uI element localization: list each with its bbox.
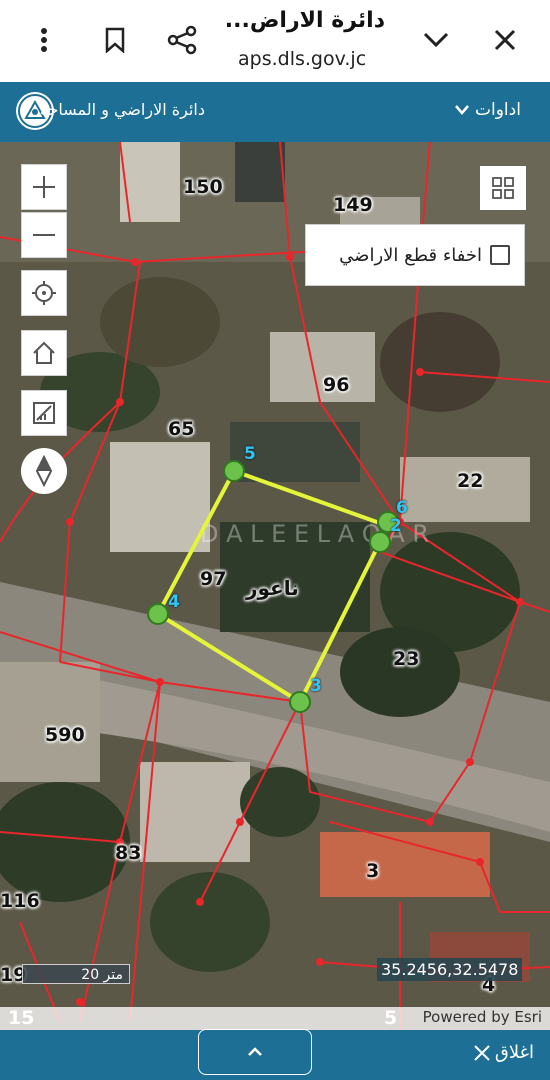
zoom-in-button[interactable] [21, 164, 67, 210]
hide-parcels-label: اخفاء قطع الاراضي [339, 244, 482, 266]
vertex-label: 3 [310, 676, 322, 696]
parcel-label: 3 [366, 860, 380, 882]
locate-icon [32, 281, 56, 305]
vertex-label: 2 [390, 516, 402, 536]
measure-button[interactable] [21, 390, 67, 436]
parcel-label: 150 [183, 176, 223, 198]
chevron-down-icon[interactable] [416, 20, 456, 60]
attribution-bar: Powered by Esri [0, 1007, 550, 1030]
tools-label: اداوات [475, 100, 521, 120]
url-text[interactable]: aps.dls.gov.jc [238, 48, 366, 70]
page-title: دائرة الاراض... [224, 8, 385, 33]
zoom-in-icon [33, 176, 55, 198]
chevron-up-icon [248, 1047, 262, 1056]
chevron-down-icon [455, 105, 469, 115]
measure-icon [33, 402, 55, 424]
parcel-label: 96 [323, 374, 350, 396]
site-header: دائرة الاراضي و المساحة اداوات [0, 82, 550, 142]
compass-icon [35, 455, 53, 487]
grid-icon [492, 177, 514, 199]
close-label: اغلاق [494, 1042, 534, 1063]
map-view[interactable]: D A L E E L A Q A R اخفاء قطع الاراضي 15… [0, 142, 550, 1030]
browser-toolbar: دائرة الاراض... aps.dls.gov.jc [0, 0, 550, 83]
expand-panel-button[interactable] [198, 1029, 312, 1075]
more-vert-icon[interactable] [24, 20, 64, 60]
powered-by-text[interactable]: Powered by Esri [423, 1008, 542, 1026]
zoom-out-icon [33, 234, 55, 236]
compass-button[interactable] [21, 448, 67, 494]
basemap-gallery-button[interactable] [480, 166, 526, 210]
vertex-label: 5 [244, 444, 256, 464]
share-icon[interactable] [162, 20, 202, 60]
hide-parcels-checkbox[interactable] [490, 245, 510, 265]
home-button[interactable] [21, 330, 67, 376]
parcel-label: 116 [0, 890, 40, 912]
parcel-label: 83 [115, 842, 142, 864]
zoom-out-button[interactable] [21, 212, 67, 258]
bottom-bar: اغلاق [0, 1029, 550, 1080]
close-button[interactable]: اغلاق [473, 1042, 534, 1063]
parcel-label: 149 [333, 194, 373, 216]
parcel-label: 590 [45, 724, 85, 746]
coordinates-readout: 35.2456,32.5478 [377, 958, 523, 981]
site-title: دائرة الاراضي و المساحة [39, 100, 205, 119]
vertex-label: 4 [168, 592, 180, 612]
parcel-label: 22 [457, 470, 484, 492]
parcel-label: 65 [168, 418, 195, 440]
locate-button[interactable] [21, 270, 67, 316]
scale-bar: 20 متر [22, 964, 130, 984]
place-label: ناعور [246, 576, 299, 600]
close-icon[interactable] [485, 20, 525, 60]
parcel-label: 23 [393, 648, 420, 670]
vertex-label: 6 [396, 498, 408, 518]
close-icon [474, 1044, 490, 1061]
home-icon [33, 341, 55, 364]
tools-menu[interactable]: اداوات [455, 100, 521, 120]
hide-parcels-control[interactable]: اخفاء قطع الاراضي [305, 224, 525, 286]
bookmark-icon[interactable] [95, 20, 135, 60]
parcel-label: 97 [200, 568, 227, 590]
